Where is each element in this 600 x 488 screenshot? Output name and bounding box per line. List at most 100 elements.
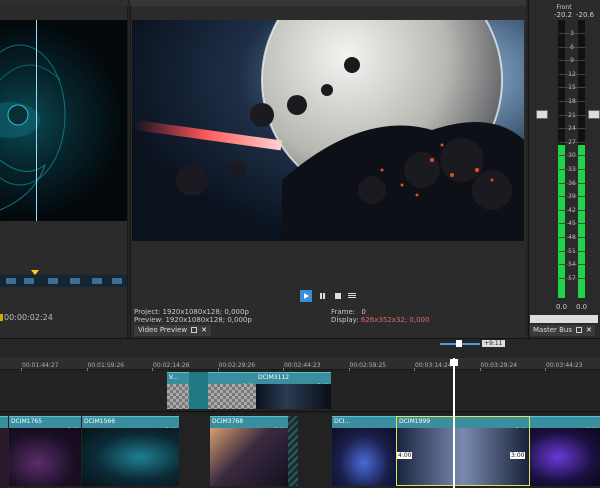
peak-left: -20.2 [554, 11, 573, 19]
channel-label: Front [556, 4, 572, 11]
fader-right-handle[interactable] [588, 110, 600, 119]
timeline-zoom-value: +9:11 [482, 340, 505, 347]
display-value: 626x352x32; 0,000 [360, 316, 430, 324]
frame-info: Frame: 0 [331, 308, 366, 316]
meter-scale-label: 12 [568, 70, 576, 78]
clip-thumbnail [332, 428, 396, 486]
ruler-label: 00:02:44:23 [284, 362, 321, 369]
meter-scale-label: 24 [568, 125, 576, 133]
preview-menu-button[interactable] [346, 290, 358, 302]
ruler-label: 00:03:14:24 [415, 362, 452, 369]
close-icon[interactable]: ✕ [201, 326, 207, 334]
clip-name: DCIM1566 [84, 418, 116, 425]
meter-scale-label: 27 [568, 138, 576, 146]
vegas-editor-window: 00:00:02:24 Project: 1920x1080x128; 0,00… [0, 0, 600, 488]
meter-scale-label: 33 [568, 166, 576, 173]
clip-thumbnail [9, 428, 81, 486]
tab-video-preview[interactable]: Video Preview ✕ [134, 325, 211, 336]
clip-thumbnail [256, 384, 331, 409]
undock-icon[interactable] [191, 327, 198, 333]
fader-left-handle[interactable] [536, 110, 548, 119]
trimmer-toolbar [0, 0, 128, 6]
ruler-label: 00:03:44:23 [546, 362, 583, 369]
project-info: Project: 1920x1080x128; 0,000p [134, 308, 249, 316]
clip-crossfade[interactable] [189, 372, 209, 409]
clip-name: DCIM1765 [11, 418, 43, 425]
master-pan-slider[interactable] [530, 315, 598, 323]
meter-left [558, 20, 565, 298]
meter-scale-label: 45 [568, 220, 576, 228]
tab-master-bus-label: Master Bus [533, 326, 573, 334]
meter-scale-label: 15 [568, 84, 576, 92]
ruler-label: 00:02:29:26 [218, 362, 256, 369]
timeline-clip[interactable] [0, 416, 8, 486]
clip-thumbnail [208, 384, 256, 409]
project-label: Project: [134, 308, 161, 316]
clip-name: V... [169, 374, 179, 381]
clip-name: DCIM3112 [258, 374, 290, 381]
close-icon[interactable]: ✕ [586, 326, 592, 334]
clip-crossfade[interactable] [288, 416, 298, 486]
trimmer-filmstrip[interactable] [0, 275, 127, 287]
frame-label: Frame: [331, 308, 356, 316]
trimmer-status-icon [0, 314, 3, 321]
skull-frame-art [0, 44, 66, 211]
project-value: 1920x1080x128; 0,000p [162, 308, 249, 316]
clip-thumbnail [0, 428, 8, 486]
meter-scale-label: 57 [568, 274, 576, 282]
level-left-value: 0.0 [556, 303, 568, 311]
preview-info: Preview: 1920x1080x128; 0,000p [134, 316, 252, 324]
trimmer-timecode: 00:00:02:24 [4, 313, 53, 322]
clip-thumbnail [82, 428, 179, 486]
tab-video-preview-label: Video Preview [138, 326, 188, 334]
timeline-clip[interactable]: DCIM3768 ⌗ƒ☰ [210, 416, 288, 486]
preview-label: Preview: [134, 316, 164, 324]
tab-master-bus[interactable]: Master Bus ✕ [530, 325, 595, 336]
ruler-label: 00:02:59:25 [349, 362, 387, 369]
preview-value: 1920x1080x128; 0,000p [165, 316, 252, 324]
undock-icon[interactable] [576, 327, 583, 333]
stop-button[interactable] [332, 290, 344, 302]
timeline-clip[interactable]: V... [167, 372, 189, 409]
playhead-handle-icon[interactable] [450, 359, 458, 366]
clip-thumbnail [210, 428, 288, 486]
timeline-clip[interactable]: DCIM1566 ⌗ƒ☰ [82, 416, 179, 486]
timeline-clip[interactable]: DCIM3112 ⌗ƒ☰ [256, 372, 331, 409]
clip-name: DCIM3768 [212, 418, 244, 425]
level-right-value: 0.0 [576, 303, 588, 311]
timeline-clip[interactable]: ⌗ƒ☰ [530, 416, 600, 486]
pause-button[interactable] [316, 290, 328, 302]
meter-scale-label: 48 [568, 234, 576, 241]
meter-scale-label: 18 [568, 98, 576, 105]
display-label: Display: [331, 316, 359, 324]
meter-scale-label: 6 [570, 43, 574, 51]
ruler-label: 00:03:29:24 [480, 362, 518, 369]
trimmer-cursor[interactable] [36, 20, 37, 221]
timeline-clip[interactable]: DCI... [332, 416, 396, 486]
clip-name: DCI... [334, 418, 351, 425]
timeline-clip-selected[interactable]: DCIM1999 ⌗ƒ☰ [396, 416, 530, 486]
frame-value: 0 [361, 308, 366, 316]
timeline-clip[interactable]: ⌗ƒ☰ [208, 372, 256, 409]
ruler-label: 00:01:59:26 [87, 362, 125, 369]
preview-frame[interactable] [132, 20, 524, 241]
timeline-header [0, 338, 600, 358]
space-scene-art [132, 20, 524, 241]
meter-scale-label: 21 [568, 111, 576, 119]
meter-scale-label: 51 [568, 247, 576, 255]
ruler-label: 00:01:44:27 [22, 362, 59, 369]
meter-scale-label: 36 [568, 179, 576, 187]
timeline-clip[interactable]: DCIM1765 ⌗ƒ☰ [9, 416, 81, 486]
meter-scale-label: 39 [568, 193, 576, 201]
meter-scale-label: 42 [568, 206, 576, 214]
timeline-playhead[interactable] [453, 358, 455, 488]
play-button[interactable] [300, 290, 312, 302]
clip-name: DCIM1999 [399, 418, 431, 425]
timeline-zoom-handle[interactable] [456, 340, 462, 347]
meter-scale-label: 30 [568, 152, 576, 160]
meter-scale-label: 3 [570, 30, 574, 37]
preview-toolbar [130, 0, 526, 6]
meter-right [578, 20, 585, 298]
clip-thumbnail [530, 428, 600, 486]
trimmer-frame[interactable] [0, 20, 127, 221]
